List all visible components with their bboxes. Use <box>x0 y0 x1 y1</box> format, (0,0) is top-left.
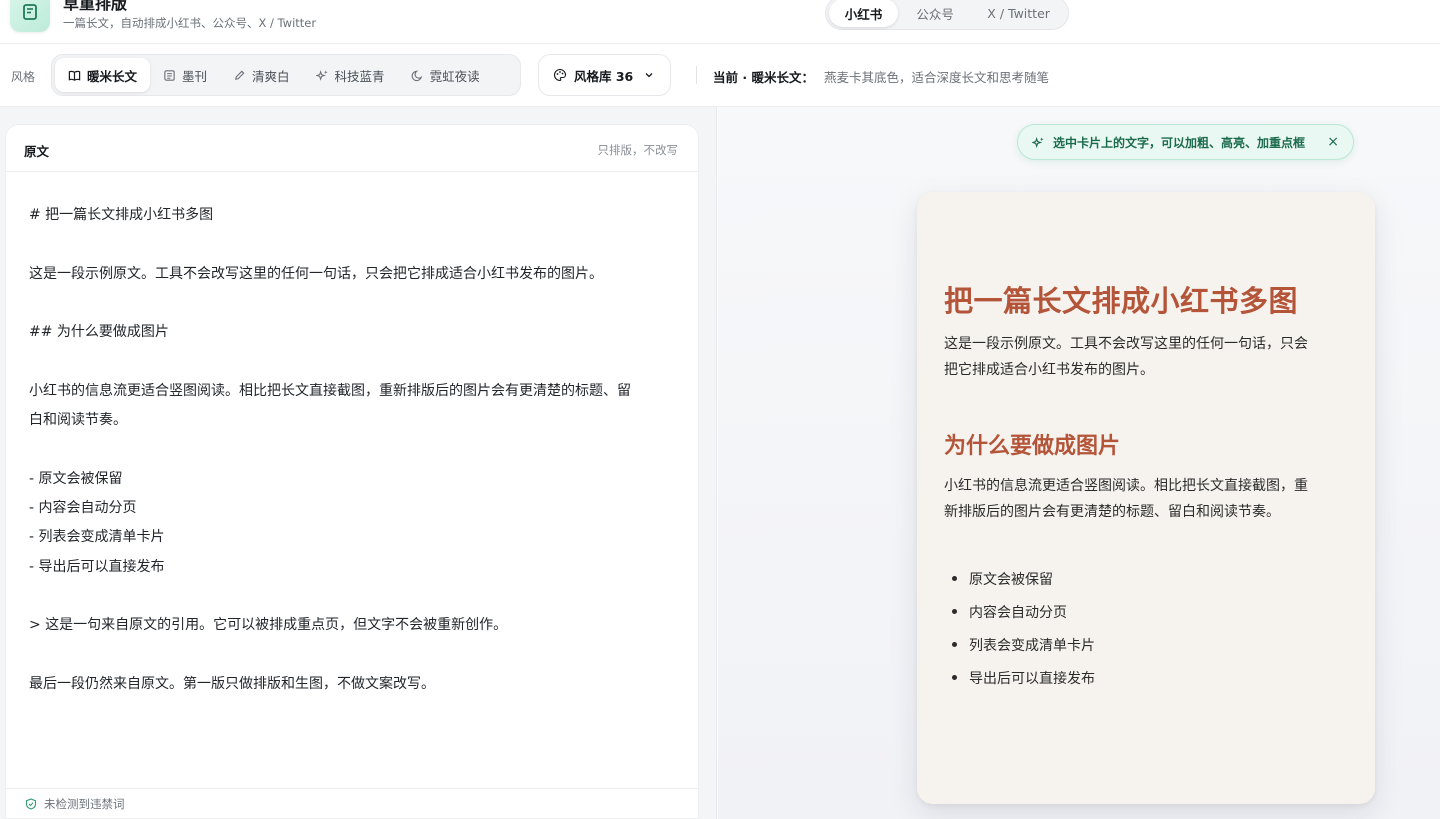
card-title[interactable]: 把一篇长文排成小红书多图 <box>944 278 1298 320</box>
app-subtitle: 一篇长文，自动排成小红书、公众号、X / Twitter <box>63 16 317 30</box>
tab-xiaohongshu[interactable]: 小红书 <box>829 0 899 27</box>
list-item[interactable]: 导出后可以直接发布 <box>952 661 1095 694</box>
source-line: - 导出后可以直接发布 <box>29 558 165 575</box>
editor-header: 原文 只排版，不改写 <box>6 125 698 172</box>
source-line <box>29 640 679 669</box>
source-line <box>29 289 679 318</box>
card-paragraph-line: 小红书的信息流更适合竖图阅读。相比把长文直接截图，重 <box>944 478 1308 494</box>
card-paragraph[interactable]: 这是一段示例原文。工具不会改写这里的任何一句话，只会 把它排成适合小红书发布的图… <box>944 332 1344 383</box>
card-paragraph[interactable]: 小红书的信息流更适合竖图阅读。相比把长文直接截图，重 新排版后的图片会有更清楚的… <box>944 474 1344 525</box>
app-logo <box>10 0 50 32</box>
style-btn-neon[interactable]: 霓虹夜读 <box>398 58 493 92</box>
source-line: - 内容会自动分页 <box>29 499 137 516</box>
style-btn-warm[interactable]: 暖米长文 <box>55 58 151 92</box>
app-header: 草重排版 一篇长文，自动排成小红书、公众号、X / Twitter 小红书 公众… <box>0 0 1440 44</box>
style-library-button[interactable]: 风格库 36 <box>538 54 671 96</box>
tab-twitter[interactable]: X / Twitter <box>972 0 1065 27</box>
book-open-icon <box>68 70 81 81</box>
list-item[interactable]: 原文会被保留 <box>952 562 1095 595</box>
current-style-info: 当前 · 暖米长文： 燕麦卡其底色，适合深度长文和思考随笔 <box>713 67 1049 86</box>
editor-status-bar: 未检测到违禁词 <box>6 788 698 818</box>
card-paragraph-line: 这是一段示例原文。工具不会改写这里的任何一句话，只会 <box>944 336 1308 352</box>
source-line <box>29 347 679 376</box>
editor-title: 原文 <box>24 144 50 159</box>
editor-note: 只排版，不改写 <box>597 143 679 157</box>
source-editor: 原文 只排版，不改写 # 把一篇长文排成小红书多图这是一段示例原文。工具不会改写… <box>5 124 699 819</box>
list-item-label: 导出后可以直接发布 <box>969 670 1095 687</box>
close-icon[interactable]: × <box>1327 134 1339 150</box>
style-btn-label: 墨刊 <box>182 68 208 84</box>
source-line <box>29 582 679 611</box>
status-text: 未检测到违禁词 <box>44 796 125 811</box>
card-checklist: 原文会被保留 内容会自动分页 列表会变成清单卡片 导出后可以直接发布 <box>952 562 1095 694</box>
selection-hint: 选中卡片上的文字，可以加粗、高亮、加重点框 × <box>1017 124 1354 160</box>
sparkles-icon <box>1032 136 1044 148</box>
style-btn-clean[interactable]: 清爽白 <box>220 58 303 92</box>
style-btn-label: 科技蓝青 <box>334 68 385 84</box>
moon-icon <box>411 70 422 81</box>
document-icon <box>23 4 37 20</box>
card-paragraph-line: 新排版后的图片会有更清楚的标题、留白和阅读节奏。 <box>944 503 1280 520</box>
toolbar-divider <box>696 66 697 84</box>
shield-check-icon <box>25 797 37 810</box>
bullet-icon <box>952 642 957 647</box>
list-item-label: 列表会变成清单卡片 <box>969 637 1095 654</box>
bullet-icon <box>952 675 957 680</box>
style-selector: 暖米长文 墨刊 清爽白 科技蓝青 霓虹夜读 <box>51 54 521 96</box>
style-toolbar: 风格 暖米长文 墨刊 清爽白 科技蓝青 霓虹夜读 风格库 36 当前 · 暖米长… <box>0 44 1440 107</box>
sparkles-icon <box>315 69 328 81</box>
style-label: 风格 <box>11 70 36 84</box>
style-btn-label: 霓虹夜读 <box>429 68 480 84</box>
tab-wechat[interactable]: 公众号 <box>898 0 972 27</box>
style-btn-tech[interactable]: 科技蓝青 <box>303 58 398 92</box>
source-line: 最后一段仍然来自原文。第一版只做排版和生图，不做文案改写。 <box>29 675 435 692</box>
style-btn-label: 清爽白 <box>252 68 290 84</box>
source-line: ## 为什么要做成图片 <box>29 324 169 341</box>
hint-text: 选中卡片上的文字，可以加粗、高亮、加重点框 <box>1053 135 1306 150</box>
source-line: # 把一篇长文排成小红书多图 <box>29 207 214 223</box>
source-line: 小红书的信息流更适合竖图阅读。相比把长文直接截图，重新排版后的图片会有更清楚的标… <box>29 382 631 399</box>
bullet-icon <box>952 609 957 614</box>
platform-switch: 小红书 公众号 X / Twitter <box>825 0 1069 30</box>
list-item-label: 原文会被保留 <box>969 571 1053 588</box>
source-line: - 原文会被保留 <box>29 470 123 487</box>
list-item[interactable]: 内容会自动分页 <box>952 595 1095 628</box>
source-line: - 列表会变成清单卡片 <box>29 529 165 546</box>
source-textarea[interactable]: # 把一篇长文排成小红书多图这是一段示例原文。工具不会改写这里的任何一句话，只会… <box>29 201 679 699</box>
source-line: 白和阅读节奏。 <box>29 412 127 429</box>
card-paragraph-line: 把它排成适合小红书发布的图片。 <box>944 361 1154 378</box>
current-style-label: 当前 · 暖米长文： <box>713 70 814 85</box>
source-line: > 这是一句来自原文的引用。它可以被排成重点页，但文字不会被重新创作。 <box>29 617 508 634</box>
source-line <box>29 435 679 464</box>
list-item-label: 内容会自动分页 <box>969 604 1067 621</box>
source-line: 这是一段示例原文。工具不会改写这里的任何一句话，只会把它排成适合小红书发布的图片… <box>29 265 603 282</box>
style-btn-label: 暖米长文 <box>87 68 138 84</box>
card-subtitle[interactable]: 为什么要做成图片 <box>944 428 1120 460</box>
palette-icon <box>554 68 567 82</box>
chevron-down-icon <box>645 73 653 78</box>
preview-card[interactable]: 把一篇长文排成小红书多图 这是一段示例原文。工具不会改写这里的任何一句话，只会 … <box>917 192 1375 804</box>
source-line <box>29 230 679 259</box>
style-library-label: 风格库 36 <box>574 68 634 84</box>
current-style-desc: 燕麦卡其底色，适合深度长文和思考随笔 <box>823 70 1049 85</box>
newspaper-icon <box>164 69 175 81</box>
pen-icon <box>235 70 245 80</box>
list-item[interactable]: 列表会变成清单卡片 <box>952 628 1095 661</box>
bullet-icon <box>952 576 957 581</box>
app-title: 草重排版 <box>63 0 128 13</box>
style-btn-ink[interactable]: 墨刊 <box>150 58 220 92</box>
